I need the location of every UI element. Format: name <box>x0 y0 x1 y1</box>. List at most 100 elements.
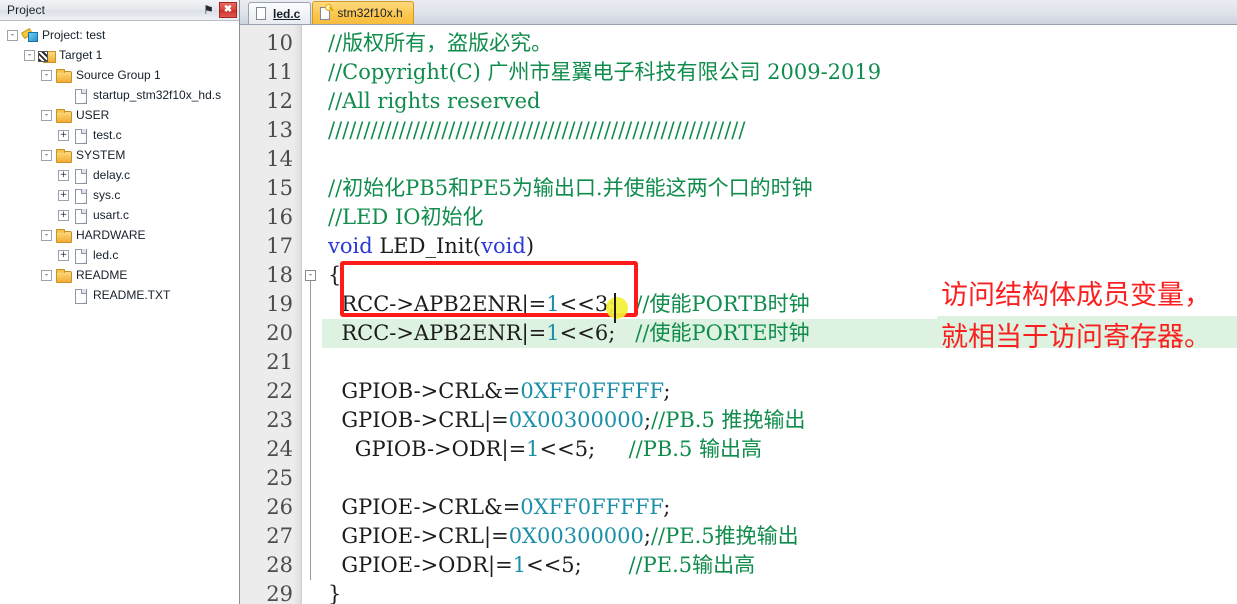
code-line[interactable]: //初始化PB5和PE5为输出口.并使能这两个口的时钟 <box>322 174 1237 203</box>
line-number: 13 <box>266 118 293 142</box>
tree-item-label: test.c <box>93 128 122 142</box>
folder-icon <box>55 148 72 163</box>
expand-icon[interactable]: + <box>58 209 69 221</box>
tree-item-label: delay.c <box>93 168 131 182</box>
line-number: 26 <box>266 495 293 519</box>
code-comment: //LED IO初始化 <box>328 205 484 229</box>
tree-item-project-test[interactable]: - Project: test <box>3 25 239 45</box>
expand-icon[interactable]: + <box>58 189 69 201</box>
editor-tab-stm32f10x-h[interactable]: stm32f10x.h <box>312 1 414 24</box>
code-line[interactable]: ////////////////////////////////////////… <box>322 116 1237 145</box>
fold-cell <box>302 493 322 522</box>
collapse-icon[interactable]: - <box>24 49 35 61</box>
code-line[interactable]: //All rights reserved <box>322 87 1237 116</box>
project-icon <box>21 28 38 43</box>
fold-guide-line <box>310 522 311 551</box>
code-line[interactable]: RCC->APB2ENR|=1<<3; //使能PORTB时钟 <box>322 290 1237 319</box>
line-number: 15 <box>266 176 293 200</box>
expand-icon[interactable]: + <box>58 169 69 181</box>
code-comment: //PB.5 推挽输出 <box>651 408 806 432</box>
line-number: 17 <box>266 234 293 258</box>
collapse-icon[interactable]: - <box>7 29 18 41</box>
code-line[interactable] <box>322 464 1237 493</box>
tree-item-startup-stm32f10x-hd-s[interactable]: startup_stm32f10x_hd.s <box>3 85 239 105</box>
fold-cell <box>302 58 322 87</box>
tree-item-hardware[interactable]: - HARDWARE <box>3 225 239 245</box>
fold-cell <box>302 29 322 58</box>
file-icon <box>72 188 89 204</box>
code-comment: //使能PORTE时钟 <box>635 321 810 345</box>
code-line[interactable]: { <box>322 261 1237 290</box>
code-comment: //PE.5推挽输出 <box>650 524 799 548</box>
folder-icon <box>55 228 72 243</box>
tree-item-user[interactable]: - USER <box>3 105 239 125</box>
collapse-icon[interactable]: - <box>41 229 52 241</box>
code-line[interactable]: RCC->APB2ENR|=1<<6; //使能PORTE时钟 <box>322 319 1237 348</box>
code-comment: //使能PORTB时钟 <box>635 292 810 316</box>
code-line[interactable]: GPIOB->CRL&=0XFF0FFFFF; <box>322 377 1237 406</box>
tree-item-test-c[interactable]: + test.c <box>3 125 239 145</box>
pin-icon[interactable]: ⚑ <box>200 2 217 19</box>
code-line[interactable]: //LED IO初始化 <box>322 203 1237 232</box>
expand-icon[interactable]: + <box>58 129 69 141</box>
file-icon <box>72 88 89 104</box>
line-number: 16 <box>266 205 293 229</box>
fold-guide-line <box>310 493 311 522</box>
code-line[interactable]: GPIOE->CRL&=0XFF0FFFFF; <box>322 493 1237 522</box>
code-line[interactable]: //版权所有，盗版必究。 <box>322 29 1237 58</box>
tree-item-label: usart.c <box>93 208 130 222</box>
tree-item-system[interactable]: - SYSTEM <box>3 145 239 165</box>
code-line[interactable]: GPIOB->CRL|=0X00300000;//PB.5 推挽输出 <box>322 406 1237 435</box>
line-number: 22 <box>266 379 293 403</box>
fold-guide-line <box>310 435 311 464</box>
code-line[interactable]: void LED_Init(void) <box>322 232 1237 261</box>
fold-cell <box>302 580 322 604</box>
editor-tabstrip: led.c stm32f10x.h <box>240 0 1237 25</box>
fold-guide-line <box>310 406 311 435</box>
tree-item-led-c[interactable]: + led.c <box>3 245 239 265</box>
tree-item-readme[interactable]: - README <box>3 265 239 285</box>
project-tree[interactable]: - Project: test - Target 1- Source Group 1st… <box>0 21 239 604</box>
fold-cell <box>302 116 322 145</box>
keil-uvision-window: Project ⚑ ✖ - Project: test - Target 1- Sour… <box>0 0 1237 604</box>
file-icon <box>72 128 89 144</box>
tree-item-readme-txt[interactable]: README.TXT <box>3 285 239 305</box>
line-number-gutter: 10 11 12 13 14 15 16 17 18 19 20 21 22 23 24 25 26 27 28 29… <box>240 25 302 604</box>
code-line[interactable]: //Copyright(C) 广州市星翼电子科技有限公司 2009-2019 <box>322 58 1237 87</box>
tree-item-source-group-1[interactable]: - Source Group 1 <box>3 65 239 85</box>
fold-collapse-icon[interactable]: - <box>305 270 316 281</box>
code-line[interactable]: } <box>322 580 1237 604</box>
line-number: 23 <box>266 408 293 432</box>
code-line[interactable] <box>322 348 1237 377</box>
code-comment: //初始化PB5和PE5为输出口.并使能这两个口的时钟 <box>328 176 813 200</box>
code-line[interactable] <box>322 145 1237 174</box>
tree-item-label: USER <box>76 108 110 122</box>
collapse-icon[interactable]: - <box>41 109 52 121</box>
file-icon <box>72 248 89 264</box>
fold-cell[interactable]: - <box>302 261 322 290</box>
expand-icon[interactable]: + <box>58 249 69 261</box>
code-line[interactable]: GPIOE->ODR|=1<<5; //PE.5输出高 <box>322 551 1237 580</box>
line-number: 20 <box>266 321 293 345</box>
target-icon <box>38 48 56 63</box>
collapse-icon[interactable]: - <box>41 269 52 281</box>
collapse-icon[interactable]: - <box>41 69 52 81</box>
line-number: 25 <box>266 466 293 490</box>
tree-item-target-1[interactable]: - Target 1 <box>3 45 239 65</box>
fold-guide-line <box>310 348 311 377</box>
code-editor[interactable]: 10 11 12 13 14 15 16 17 18 19 20 21 22 23 24 25 26 27 28 29… <box>240 25 1237 604</box>
line-number: 21 <box>266 350 293 374</box>
code-folding-column[interactable]: - <box>302 25 322 604</box>
close-icon[interactable]: ✖ <box>219 2 237 18</box>
tree-item-label: HARDWARE <box>76 228 146 242</box>
editor-tab-led-c[interactable]: led.c <box>248 2 312 24</box>
collapse-icon[interactable]: - <box>41 149 52 161</box>
tree-item-usart-c[interactable]: + usart.c <box>3 205 239 225</box>
code-text[interactable]: //版权所有，盗版必究。 //Copyright(C) 广州市星翼电子科技有限公司… <box>322 25 1237 604</box>
tree-item-sys-c[interactable]: + sys.c <box>3 185 239 205</box>
tree-item-delay-c[interactable]: + delay.c <box>3 165 239 185</box>
code-line[interactable]: GPIOE->CRL|=0X00300000;//PE.5推挽输出 <box>322 522 1237 551</box>
code-comment: //PB.5 输出高 <box>628 437 762 461</box>
code-line[interactable]: GPIOB->ODR|=1<<5; //PB.5 输出高 <box>322 435 1237 464</box>
